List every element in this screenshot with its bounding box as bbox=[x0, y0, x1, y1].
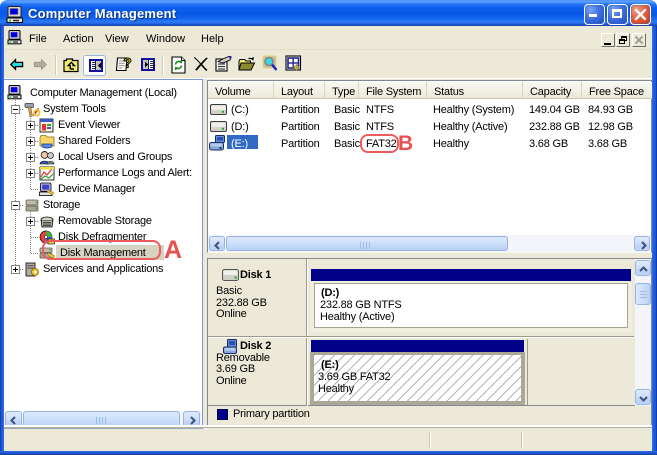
svg-text:?: ? bbox=[123, 55, 132, 71]
